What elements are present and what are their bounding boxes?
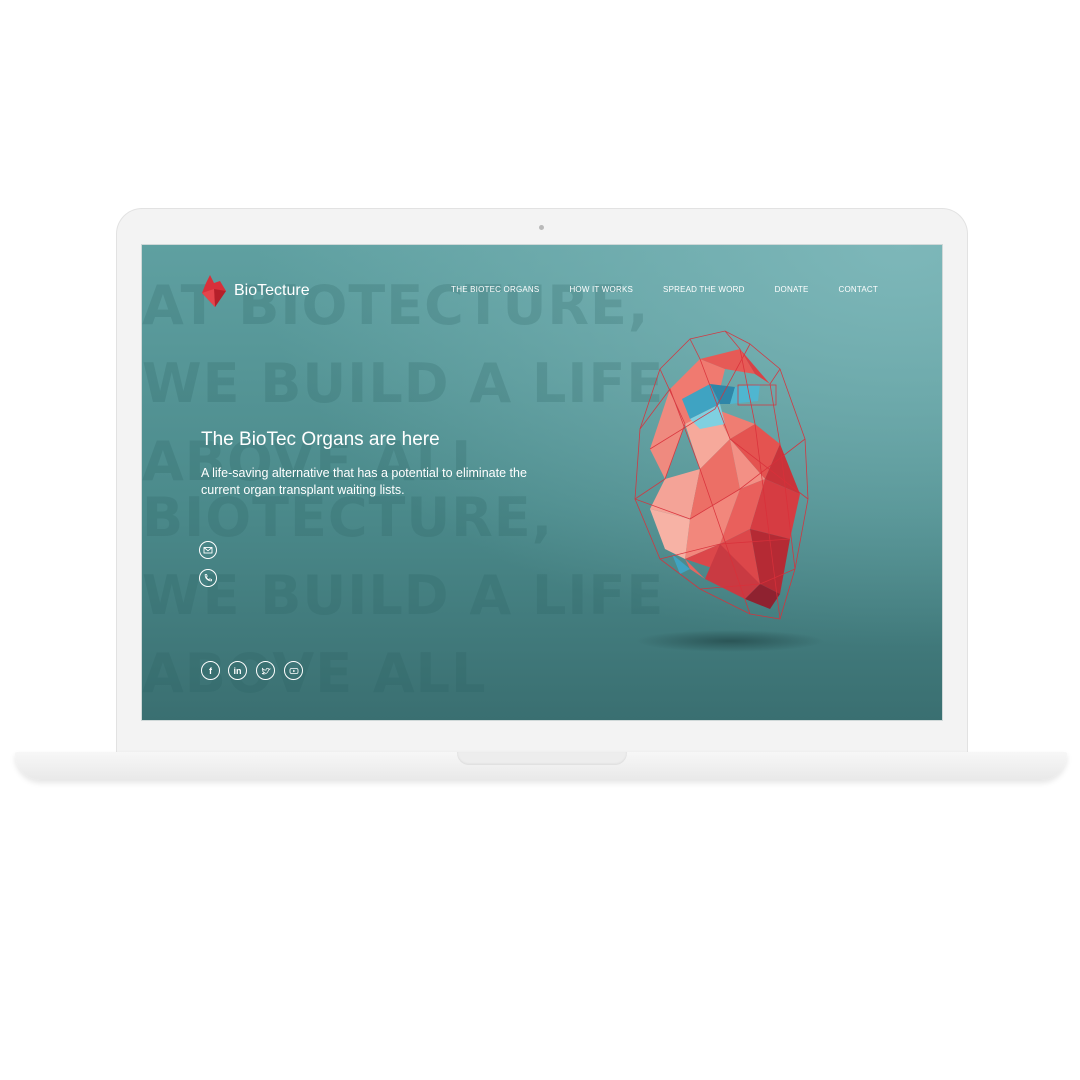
hero-subtitle: A life-saving alternative that has a pot… <box>201 466 527 497</box>
brand-name: BioTecture <box>234 282 310 299</box>
phone-icon[interactable] <box>199 569 217 587</box>
nav-item-spread-the-word[interactable]: SPREAD THE WORD <box>663 285 745 294</box>
mail-icon[interactable] <box>199 541 217 559</box>
brand-logo[interactable]: BioTecture <box>200 275 310 307</box>
background-slogan-repeat: BIOTECTURE, WE BUILD A LIFE ABOVE ALL <box>142 486 665 705</box>
main-navigation: THE BIOTEC ORGANS HOW IT WORKS SPREAD TH… <box>421 285 878 294</box>
twitter-icon[interactable] <box>256 661 275 680</box>
facebook-icon[interactable]: f <box>201 661 220 680</box>
nav-item-biotec-organs[interactable]: THE BIOTEC ORGANS <box>451 285 539 294</box>
youtube-icon[interactable] <box>284 661 303 680</box>
heart-shadow <box>635 630 825 652</box>
low-poly-heart-illustration <box>634 330 809 620</box>
webcam <box>539 225 544 230</box>
heart-logo-icon <box>202 275 226 307</box>
hero-headline: The BioTec Organs are here <box>201 429 440 450</box>
laptop-opening-notch <box>457 752 627 765</box>
nav-item-how-it-works[interactable]: HOW IT WORKS <box>569 285 633 294</box>
nav-item-contact[interactable]: CONTACT <box>839 285 878 294</box>
website-screen: AT BIOTECTURE, WE BUILD A LIFE ABOVE ALL… <box>141 244 943 721</box>
nav-item-donate[interactable]: DONATE <box>775 285 809 294</box>
linkedin-icon[interactable]: in <box>228 661 247 680</box>
